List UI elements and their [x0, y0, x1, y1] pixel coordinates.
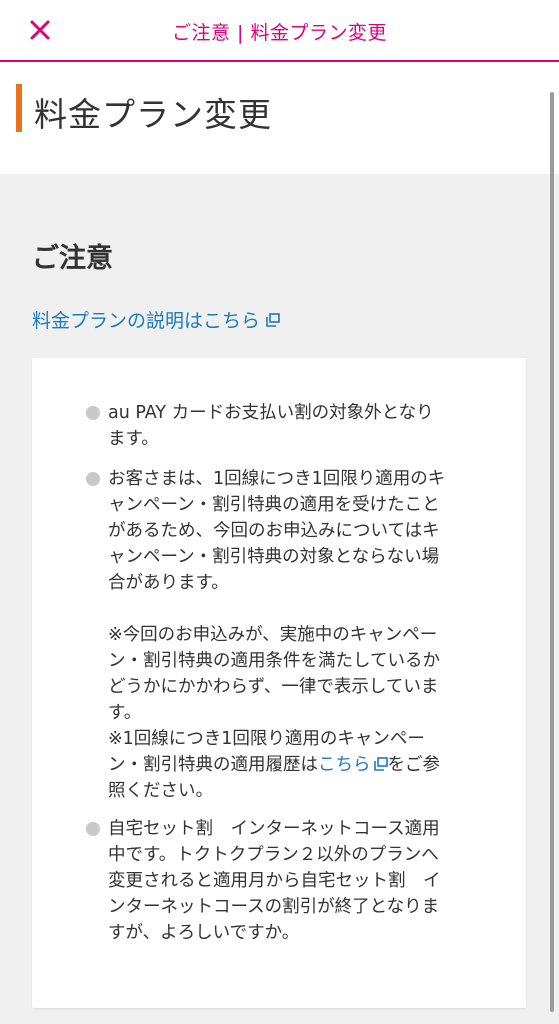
page-header: 料金プラン変更 [0, 62, 559, 174]
plan-link-label: 料金プランの説明はこちら [32, 310, 261, 332]
bullet-icon [86, 472, 100, 486]
notice-heading: ご注意 [32, 243, 113, 274]
bullet-icon [86, 822, 100, 836]
history-link[interactable]: こちら [318, 755, 388, 775]
heading-accent-bar [16, 84, 22, 132]
external-link-icon [266, 312, 280, 327]
notice-item-1: au PAY カードお支払い割の対象外となり ます。 [108, 403, 434, 449]
notice-item-2: お客さまは、1回線につき1回限り適用のキ ャンペーン・割引特典の適用を受けたこと… [108, 469, 446, 593]
bullet-icon [86, 406, 100, 420]
notice-item-2-note-1: ※今回のお申込みが、実施中のキャンペー ン・割引特典の適用条件を満たしているか … [108, 625, 440, 723]
top-bar: ご注意 | 料金プラン変更 [0, 0, 559, 62]
topbar-title: ご注意 | 料金プラン変更 [172, 22, 387, 44]
plan-description-link[interactable]: 料金プランの説明はこちら [32, 306, 280, 333]
external-link-icon [373, 757, 388, 771]
notice-card: au PAY カードお支払い割の対象外となり ます。 お客さまは、1回線につき1… [32, 358, 526, 1008]
notice-item-3: 自宅セット割 インターネットコース適用 中です。トクトクプラン２以外のプランへ … [108, 819, 441, 943]
scrollbar[interactable] [550, 92, 554, 1012]
notice-item-2-note-2: ※1回線につき1回限り適用のキャンペー ン・割引特典の適用履歴はこちら をご参 照… [108, 729, 440, 801]
page-title: 料金プラン変更 [34, 95, 272, 134]
